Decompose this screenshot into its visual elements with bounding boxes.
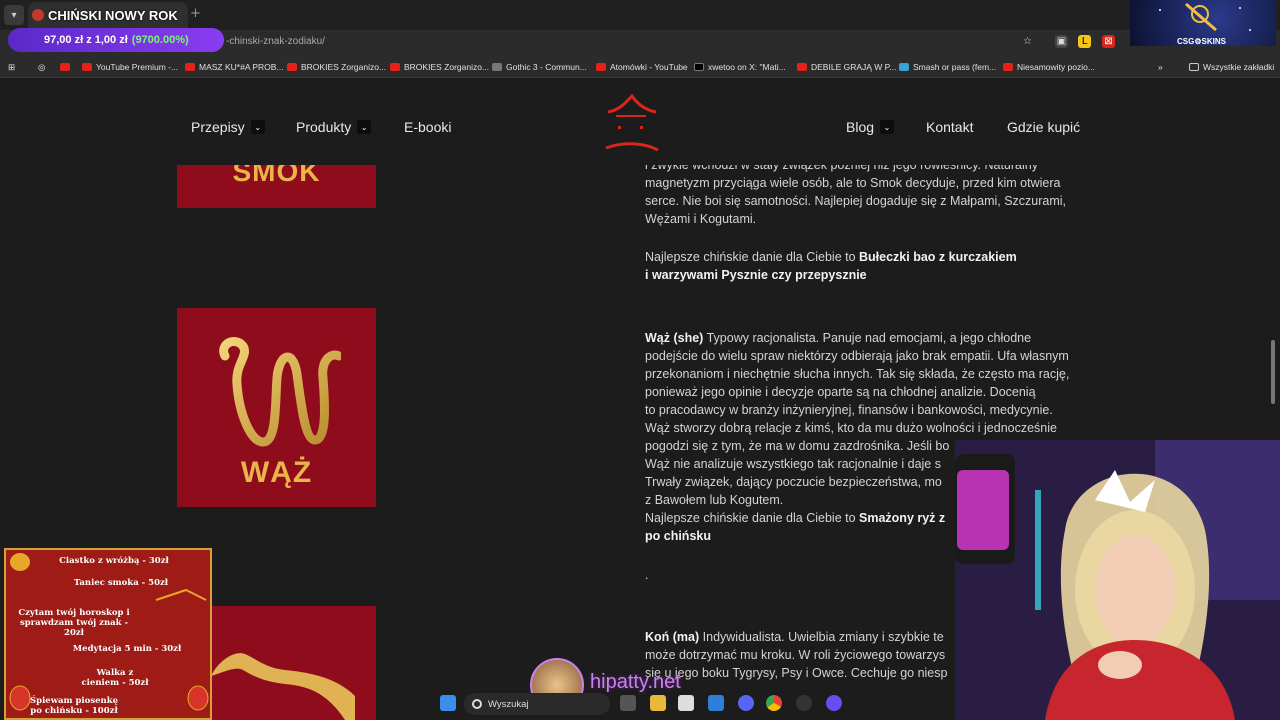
bookmark-item[interactable]: Niesamowity pozio... [1003, 61, 1095, 73]
youtube-icon [1003, 63, 1013, 71]
chevron-down-icon: ⌄ [250, 120, 265, 134]
smok-description: i zwykle wchodzi w stały związek później… [645, 158, 1067, 226]
task-view-icon[interactable] [620, 695, 636, 711]
bookmark-item[interactable]: DEBILE GRAJĄ W P... [797, 61, 896, 73]
nav-kontakt[interactable]: Kontakt [926, 119, 973, 135]
promo-price: 97,00 zł z 1,00 zł [44, 34, 128, 46]
bookmark-item[interactable]: BROKIES Zorganizo... [390, 61, 489, 73]
brand-watermark: hipatty.net [590, 671, 681, 693]
tab-favicon-icon [32, 9, 44, 21]
youtube-icon [82, 63, 92, 71]
chevron-down-icon: ⌄ [357, 120, 372, 134]
card-label-waz: WĄŻ [240, 456, 313, 489]
youtube-icon [185, 63, 195, 71]
price-promo-banner: 97,00 zł z 1,00 zł (9700.00%) [8, 28, 224, 52]
nav-produkty[interactable]: Produkty ⌄ [296, 119, 372, 135]
store-icon[interactable] [678, 695, 694, 711]
file-explorer-icon[interactable] [650, 695, 666, 711]
windows-start-icon[interactable] [440, 695, 456, 711]
nav-blog[interactable]: Blog ⌄ [846, 119, 895, 135]
tab-menu-button[interactable]: ▾ [4, 5, 24, 25]
streamer-camera-feed [955, 440, 1280, 720]
bookmark-item[interactable]: xwetoo on X: "Mati... [694, 61, 786, 73]
site-logo[interactable] [602, 94, 660, 154]
bookmark-item[interactable]: Atomówki - YouTube [596, 61, 688, 73]
bookmark-item[interactable]: YouTube Premium -... [82, 61, 178, 73]
bookmark-misc-icon[interactable]: ◎ [38, 61, 45, 73]
obs-icon[interactable] [796, 695, 812, 711]
stream-menu-overlay: Ciastko z wróżbą - 30zł Taniec smoka - 5… [4, 548, 212, 720]
bookmark-item[interactable]: Smash or pass (fem... [899, 61, 996, 73]
bookmarks-overflow-icon[interactable]: » [1158, 61, 1163, 73]
snake-icon [219, 337, 341, 447]
address-url[interactable]: -chinski-znak-zodiaku/ [226, 36, 325, 47]
zodiac-card-waz: WĄŻ [177, 308, 376, 507]
youtube-icon [287, 63, 297, 71]
extension-red-icon[interactable]: ⊠ [1102, 35, 1115, 48]
search-icon [472, 699, 482, 709]
site-icon [899, 63, 909, 71]
globe-icon [492, 63, 502, 71]
all-bookmarks-folder[interactable]: Wszystkie zakładki [1189, 61, 1274, 73]
bookmark-youtube-icon[interactable] [60, 61, 74, 73]
bookmark-item[interactable]: MASZ KU*#A PROB... [185, 61, 284, 73]
waz-dish-name: Smażony ryż z [859, 511, 946, 525]
smok-dish-name: Bułeczki bao z kurczakiem [859, 250, 1017, 264]
apps-grid-icon[interactable]: ⊞ [8, 61, 15, 73]
folder-icon [1189, 63, 1199, 71]
bookmark-star-icon[interactable]: ☆ [1021, 35, 1034, 48]
app-icon[interactable] [826, 695, 842, 711]
nav-ebooki[interactable]: E-booki [404, 119, 451, 135]
webcam-overlay [955, 440, 1280, 720]
page-scrollbar[interactable] [1271, 340, 1275, 404]
youtube-icon [596, 63, 606, 71]
new-tab-button[interactable]: + [190, 6, 201, 21]
extension-icon[interactable]: ▣ [1055, 35, 1068, 48]
chevron-down-icon: ⌄ [880, 120, 895, 134]
taskbar-search[interactable]: Wyszukaj [464, 693, 610, 715]
x-icon [694, 63, 704, 71]
bookmark-item[interactable]: BROKIES Zorganizo... [287, 61, 386, 73]
promo-percent: (9700.00%) [131, 34, 189, 46]
notepad-icon[interactable] [708, 695, 724, 711]
bookmark-item[interactable]: Gothic 3 - Commun... [492, 61, 587, 73]
csg-skins-text: CSG⚙SKINS [1177, 37, 1226, 46]
youtube-icon [797, 63, 807, 71]
kon-heading: Koń (ma) [645, 630, 700, 644]
lantern-icon [9, 553, 209, 711]
extension-yellow-icon[interactable]: L [1078, 35, 1091, 48]
smok-dish: Najlepsze chińskie danie dla Ciebie to B… [645, 250, 1017, 282]
waz-heading: Wąż (she) [645, 331, 704, 345]
horse-icon [211, 653, 355, 720]
youtube-icon [390, 63, 400, 71]
nav-przepisy[interactable]: Przepisy ⌄ [191, 119, 265, 135]
chrome-icon[interactable] [766, 695, 782, 711]
tab-title: CHIŃSKI NOWY ROK [48, 7, 178, 23]
browser-tab[interactable]: CHIŃSKI NOWY ROK [28, 2, 188, 28]
discord-icon[interactable] [738, 695, 754, 711]
nav-gdzie-kupic[interactable]: Gdzie kupić [1007, 119, 1080, 135]
